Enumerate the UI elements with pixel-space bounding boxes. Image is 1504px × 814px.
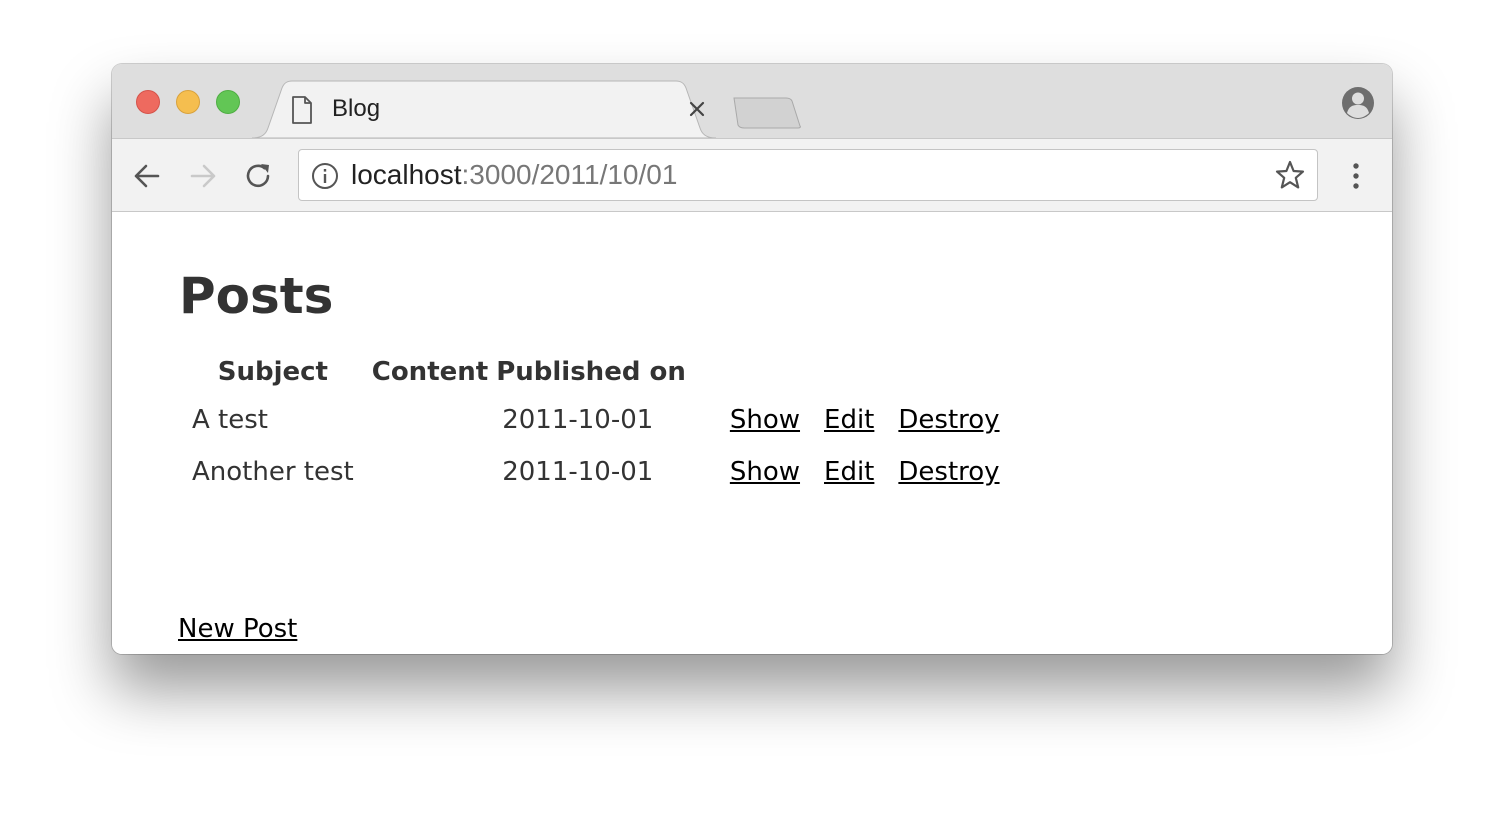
column-header-action	[886, 350, 1011, 394]
star-icon[interactable]	[1275, 160, 1305, 195]
cell-action: Show	[694, 394, 812, 446]
url-path: :3000/2011/10/01	[461, 159, 678, 190]
active-tab[interactable]	[252, 80, 722, 140]
cell-content	[364, 394, 492, 446]
posts-table: Subject Content Published on A test 2011…	[182, 350, 1012, 498]
cell-published-on: 2011-10-01	[502, 405, 654, 435]
reload-icon[interactable]	[244, 161, 274, 191]
show-link[interactable]: Show	[730, 405, 800, 435]
profile-icon[interactable]	[1341, 86, 1375, 125]
url-text[interactable]: localhost:3000/2011/10/01	[351, 160, 677, 190]
cell-action: Destroy	[886, 394, 1011, 446]
back-arrow-icon[interactable]	[132, 161, 162, 191]
cell-action: Edit	[812, 394, 886, 446]
column-header-subject: Subject	[217, 357, 328, 387]
cell-subject: Another test	[192, 457, 354, 487]
cell-action: Destroy	[886, 446, 1011, 498]
minimize-window-button[interactable]	[176, 90, 200, 114]
destroy-link[interactable]: Destroy	[898, 457, 999, 487]
column-header-action	[812, 350, 886, 394]
forward-arrow-icon[interactable]	[188, 161, 218, 191]
column-header-action	[694, 350, 812, 394]
address-bar[interactable]: localhost:3000/2011/10/01	[298, 149, 1318, 201]
table-row: Another test 2011-10-01 Show Edit Destro…	[182, 446, 1012, 498]
cell-action: Show	[694, 446, 812, 498]
toolbar: localhost:3000/2011/10/01	[112, 138, 1392, 212]
destroy-link[interactable]: Destroy	[898, 405, 999, 435]
table-row: A test 2011-10-01 Show Edit Destroy	[182, 394, 1012, 446]
info-icon[interactable]	[311, 162, 339, 195]
tab-title: Blog	[332, 95, 381, 122]
browser-window: Blog localhost:3000/2011/10/01 Posts Sub…	[112, 64, 1392, 654]
column-header-published-on: Published on	[496, 357, 686, 387]
new-tab-button[interactable]	[732, 96, 802, 130]
page-title: Posts	[179, 267, 334, 325]
title-bar: Blog	[112, 64, 1392, 140]
maximize-window-button[interactable]	[216, 90, 240, 114]
table-header-row: Subject Content Published on	[182, 350, 1012, 394]
edit-link[interactable]: Edit	[824, 405, 874, 435]
close-icon[interactable]	[688, 100, 706, 118]
column-header-content: Content	[371, 357, 489, 387]
edit-link[interactable]: Edit	[824, 457, 874, 487]
show-link[interactable]: Show	[730, 457, 800, 487]
cell-action: Edit	[812, 446, 886, 498]
cell-published-on: 2011-10-01	[502, 457, 654, 487]
kebab-menu-icon[interactable]	[1344, 161, 1368, 196]
close-window-button[interactable]	[136, 90, 160, 114]
page-content: Posts Subject Content Published on A tes…	[112, 212, 1392, 654]
url-host: localhost	[351, 159, 462, 190]
cell-subject: A test	[192, 405, 268, 435]
new-post-link[interactable]: New Post	[178, 614, 297, 644]
document-icon	[290, 96, 314, 129]
cell-content	[364, 446, 492, 498]
